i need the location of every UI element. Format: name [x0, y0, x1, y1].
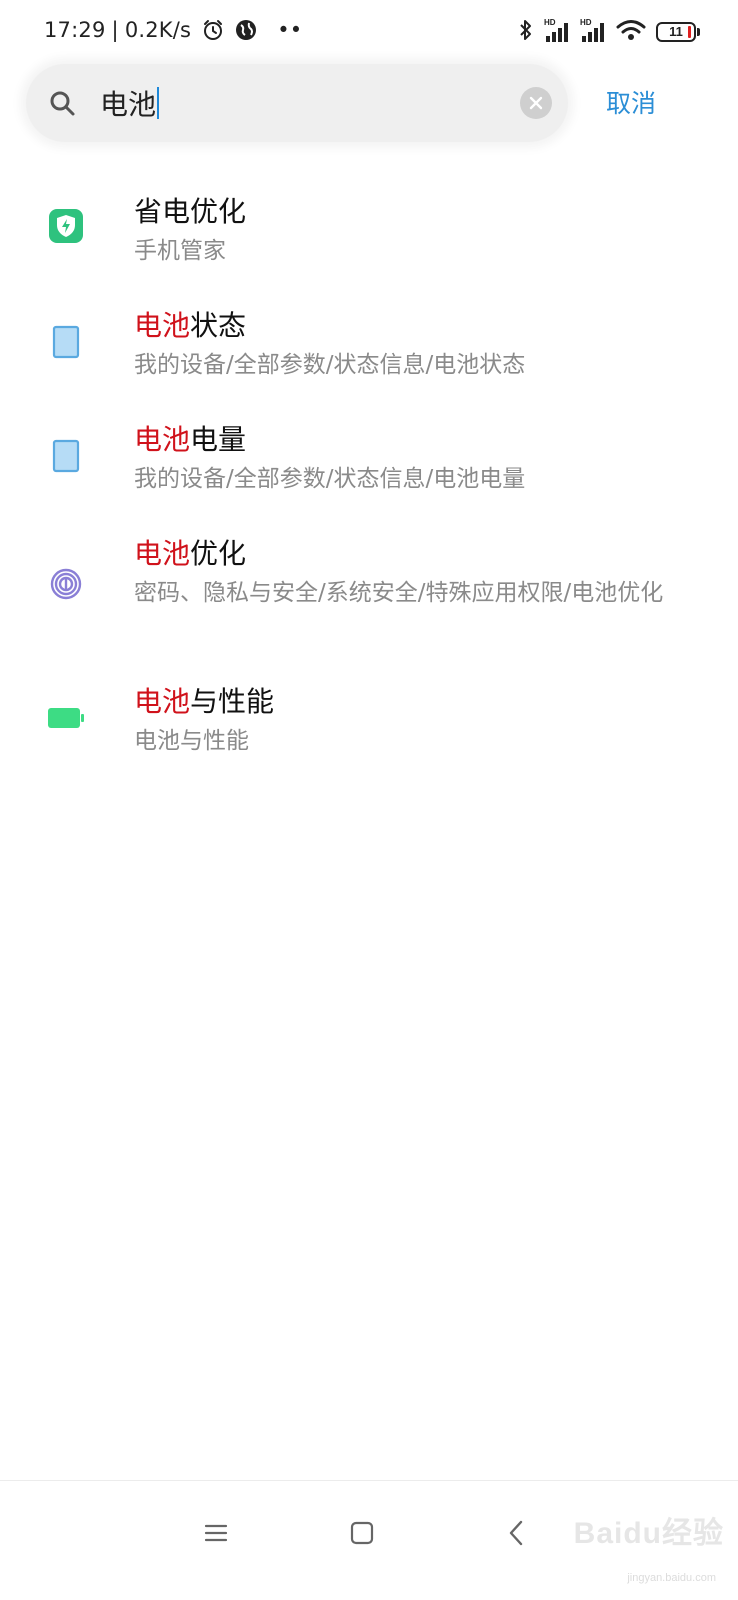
result-title-highlight: 电池 [134, 685, 191, 718]
result-path: 我的设备/全部参数/状态信息/电池电量 [134, 466, 526, 492]
result-title: 电池电量 [134, 418, 246, 458]
battery-level: 11 [669, 24, 683, 39]
fingerprint-icon [44, 562, 88, 606]
clear-button[interactable] [520, 87, 552, 119]
status-separator: | [111, 18, 119, 42]
result-item-battery-status[interactable]: 电池状态 我的设备/全部参数/状态信息/电池状态 [0, 294, 738, 408]
result-item-battery-optimization[interactable]: 电池优化 密码、隐私与安全/系统安全/特殊应用权限/电池优化 [0, 522, 738, 670]
device-icon [44, 320, 88, 364]
menu-icon [204, 1524, 228, 1542]
result-title: 省电优化 [134, 190, 246, 230]
more-indicator: •• [277, 18, 303, 42]
result-path: 密码、隐私与安全/系统安全/特殊应用权限/电池优化 [134, 580, 664, 606]
results-list: 省电优化 手机管家 电池状态 我的设备/全部参数/状态信息/电池状态 电池电量 … [0, 180, 738, 784]
signal-icon-2: HD [580, 18, 606, 44]
shield-bolt-icon [44, 204, 88, 248]
search-input[interactable]: 电池 [100, 78, 510, 128]
alarm-icon [201, 18, 225, 42]
hd-label-2: HD [580, 18, 592, 27]
result-item-battery-level[interactable]: 电池电量 我的设备/全部参数/状态信息/电池电量 [0, 408, 738, 522]
cancel-button[interactable]: 取消 [606, 84, 656, 120]
result-title-rest: 与性能 [190, 685, 275, 718]
search-bar[interactable]: 电池 [26, 64, 568, 142]
status-bar: 17:29 | 0.2K/s •• HD HD 11 [0, 0, 738, 60]
signal-icon: HD [544, 18, 570, 44]
hd-label: HD [544, 18, 556, 27]
result-path: 我的设备/全部参数/状态信息/电池状态 [134, 352, 526, 378]
menu-button[interactable] [196, 1513, 236, 1553]
result-title-highlight: 电池 [134, 423, 191, 456]
device-icon [44, 434, 88, 478]
result-item-power-saving[interactable]: 省电优化 手机管家 [0, 180, 738, 294]
home-icon [350, 1521, 374, 1545]
result-title-highlight: 电池 [134, 537, 191, 570]
search-icon [48, 89, 76, 117]
result-title: 电池优化 [134, 532, 246, 572]
status-right: HD HD 11 [518, 18, 700, 46]
result-path: 电池与性能 [134, 728, 249, 754]
status-left: 17:29 | 0.2K/s •• [44, 18, 302, 42]
result-item-battery-performance[interactable]: 电池与性能 电池与性能 [0, 670, 738, 784]
battery-tip [697, 28, 700, 36]
watermark-logo: Baidu经验 [573, 1517, 724, 1550]
status-time: 17:29 [44, 18, 106, 42]
globe-icon [235, 19, 257, 41]
home-button[interactable] [342, 1513, 382, 1553]
network-speed: 0.2K/s [124, 18, 192, 42]
result-title-highlight: 电池 [134, 309, 191, 342]
text-caret [157, 87, 160, 119]
result-title-rest: 优化 [190, 537, 247, 570]
battery-icon [44, 696, 88, 740]
battery-indicator: 11 [656, 22, 700, 42]
result-title-rest: 省电优化 [134, 195, 247, 228]
back-icon [509, 1520, 523, 1546]
wifi-icon [616, 18, 646, 46]
back-button[interactable] [496, 1513, 536, 1553]
bluetooth-icon [518, 18, 534, 46]
close-icon [529, 96, 543, 110]
watermark-url: jingyan.baidu.com [627, 1572, 716, 1584]
result-path: 手机管家 [134, 238, 226, 264]
result-title: 电池状态 [134, 304, 246, 344]
result-title-rest: 状态 [190, 309, 247, 342]
search-query: 电池 [100, 88, 157, 121]
result-title-rest: 电量 [190, 423, 247, 456]
result-title: 电池与性能 [134, 680, 274, 720]
